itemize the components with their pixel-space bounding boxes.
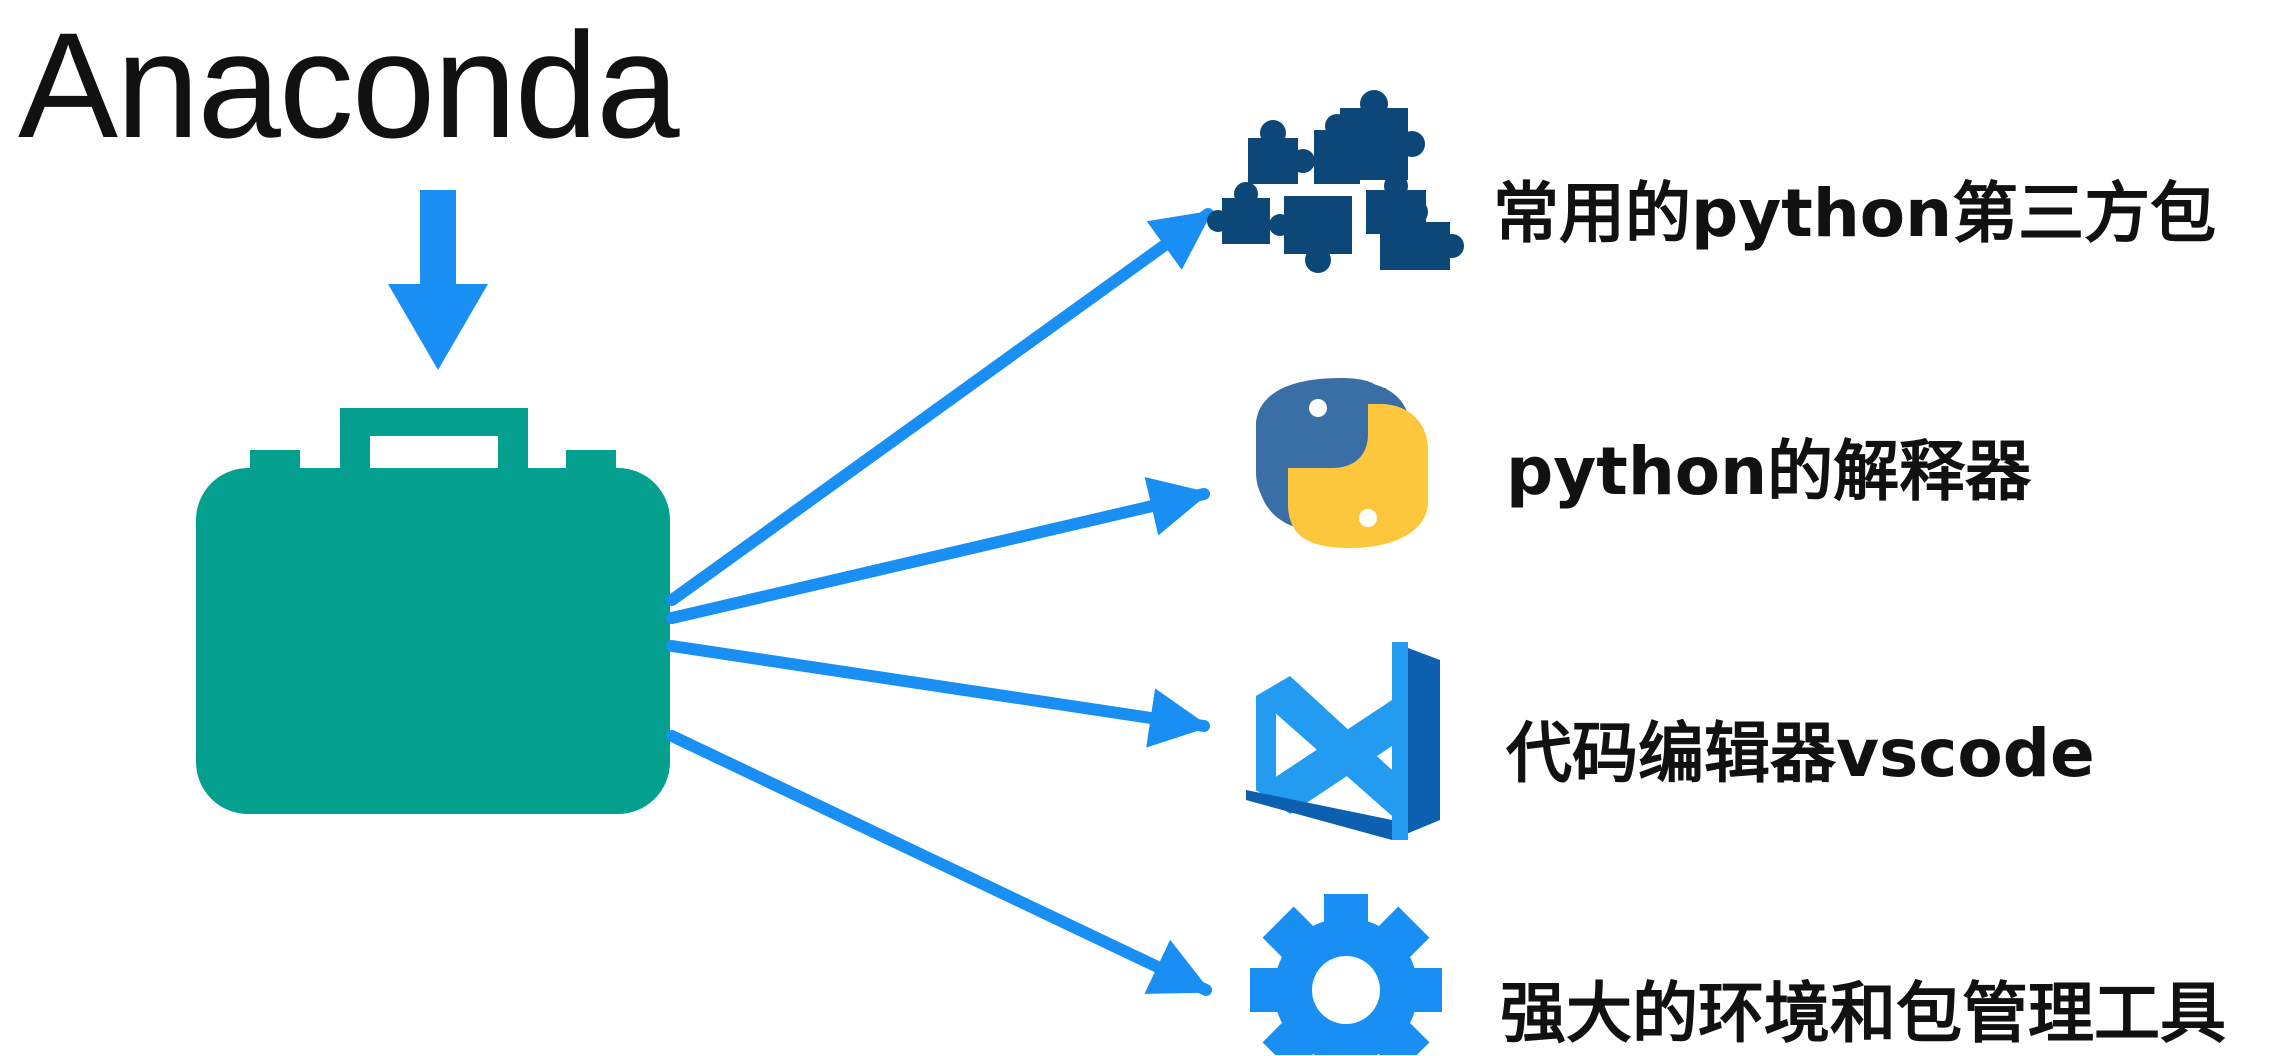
arrow-to-editor [666,640,1210,748]
item-label-interpreter: python的解释器 [1506,433,2032,510]
arrow-to-packages [666,208,1214,606]
item-label-editor: 代码编辑器vscode [1506,715,2095,792]
puzzle-pieces-icon [1207,90,1464,273]
diagram-graphics [196,90,1464,1055]
down-arrow-icon [388,190,488,370]
arrow-to-env-manager [666,730,1212,996]
diagram: Anaconda 常用的python第三方包 python的解释器 代码编辑器v… [0,0,2282,1055]
gear-icon [1250,894,1442,1055]
vscode-logo-icon [1246,642,1440,840]
item-label-env-manager: 强大的环境和包管理工具 [1500,975,2226,1052]
briefcase-icon [196,408,670,814]
arrow-to-interpreter [666,477,1210,624]
arrows [666,208,1214,996]
item-label-packages: 常用的python第三方包 [1493,175,2217,252]
python-logo-icon [1256,378,1428,548]
